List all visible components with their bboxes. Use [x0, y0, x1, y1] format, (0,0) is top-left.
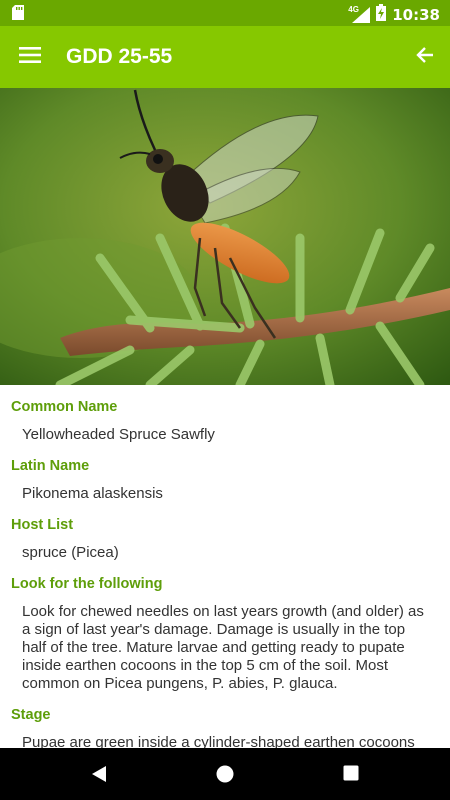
- signal-icon: 4G: [348, 5, 371, 23]
- system-nav-bar: [0, 748, 450, 800]
- common-name-label: Common Name: [11, 399, 118, 415]
- sd-card-icon: [12, 5, 24, 25]
- stage-value: Pupae are green inside a cylinder-shaped…: [22, 734, 415, 748]
- details-content[interactable]: Common Name Yellowheaded Spruce Sawfly L…: [0, 385, 450, 748]
- status-bar: 4G 10:38: [0, 0, 450, 26]
- stage-section: Stage Pupae are green inside a cylinder-…: [0, 693, 450, 748]
- host-list-value: spruce (Picea): [22, 544, 119, 561]
- sawfly-photo: [0, 88, 450, 385]
- clock: 10:38: [392, 6, 440, 24]
- recents-square-icon[interactable]: [343, 765, 359, 786]
- latin-name-label: Latin Name: [11, 458, 90, 474]
- home-circle-icon[interactable]: [216, 765, 234, 788]
- common-name-section: Common Name Yellowheaded Spruce Sawfly: [0, 385, 450, 444]
- look-for-value: Look for chewed needles on last years gr…: [22, 603, 424, 692]
- common-name-value: Yellowheaded Spruce Sawfly: [22, 426, 215, 443]
- latin-name-section: Latin Name Pikonema alaskensis: [0, 444, 450, 503]
- stage-label: Stage: [11, 707, 51, 723]
- back-triangle-icon[interactable]: [90, 765, 108, 788]
- host-list-label: Host List: [11, 517, 74, 533]
- latin-name-value: Pikonema alaskensis: [22, 485, 163, 502]
- look-for-label: Look for the following: [11, 576, 163, 592]
- look-for-section: Look for the following Look for chewed n…: [0, 562, 450, 693]
- back-arrow-icon[interactable]: [416, 46, 434, 69]
- host-list-section: Host List spruce (Picea): [0, 503, 450, 562]
- page-title: GDD 25-55: [66, 45, 173, 68]
- menu-icon[interactable]: [19, 46, 41, 69]
- app-bar: GDD 25-55: [0, 26, 450, 88]
- battery-charging-icon: [376, 4, 387, 26]
